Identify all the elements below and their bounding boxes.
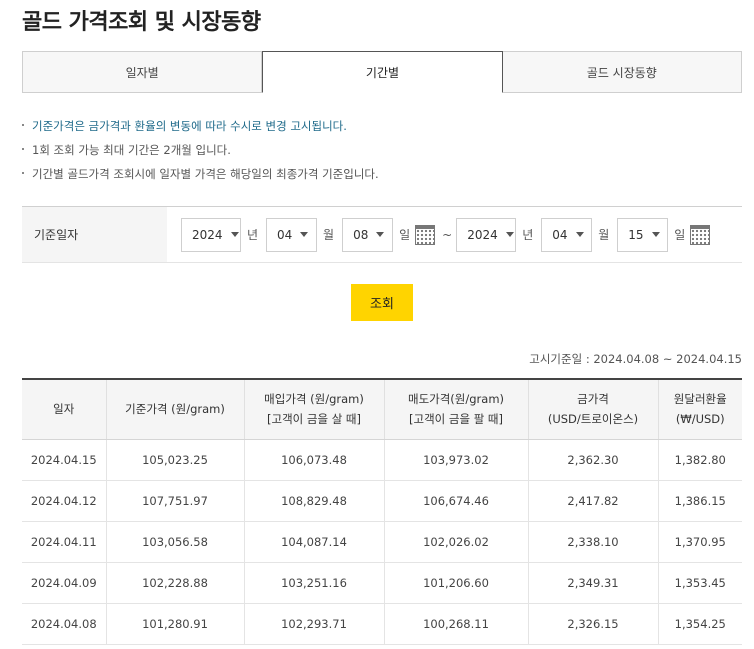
start-year-value: 2024 [192,227,223,242]
cell-buy-price: 103,251.16 [243,562,384,604]
header-sell-price: 매도가격(원/gram) [고객이 금을 팔 때] [383,378,528,440]
day-unit: 일 [674,228,686,242]
notice-item: 기준가격은 금가격과 환율의 변동에 따라 수시로 변경 고시됩니다. [22,114,742,138]
cell-date: 2024.04.11 [22,521,106,563]
cell-base-price: 107,751.97 [105,480,244,522]
cell-exchange-rate: 1,382.80 [657,439,742,481]
start-day-select[interactable]: 08 [342,217,394,252]
cell-date: 2024.04.09 [22,562,106,604]
notice-item: 1회 조회 가능 최대 기간은 2개월 입니다. [22,138,742,162]
chevron-down-icon [300,232,309,237]
price-table: 일자 기준가격 (원/gram) 매입가격 (원/gram) [고객이 금을 살 … [22,378,742,645]
header-buy-price: 매입가격 (원/gram) [고객이 금을 살 때] [243,378,384,440]
cell-buy-price: 108,829.48 [243,480,384,522]
cell-date: 2024.04.08 [22,603,106,645]
tab-period[interactable]: 기간별 [262,51,503,93]
cell-sell-price: 106,674.46 [383,480,528,522]
notice-period-text: 고시기준일 : 2024.04.08 ~ 2024.04.15 [529,352,742,366]
notice-list: 기준가격은 금가격과 환율의 변동에 따라 수시로 변경 고시됩니다. 1회 조… [22,114,742,186]
chevron-down-icon [651,232,660,237]
cell-base-price: 101,280.91 [105,603,244,645]
table-row: 2024.04.15 105,023.25 106,073.48 103,973… [22,439,742,481]
cell-gold-price: 2,326.15 [527,603,658,645]
start-month-value: 04 [277,227,293,242]
year-unit: 년 [247,228,259,242]
table-row: 2024.04.09 102,228.88 103,251.16 101,206… [22,562,742,604]
end-year-value: 2024 [467,227,498,242]
cell-sell-price: 101,206.60 [383,562,528,604]
header-date: 일자 [22,378,106,440]
tab-market-trend[interactable]: 골드 시장동향 [502,51,742,93]
cell-base-price: 102,228.88 [105,562,244,604]
cell-exchange-rate: 1,353.45 [657,562,742,604]
cell-exchange-rate: 1,354.25 [657,603,742,645]
chevron-down-icon [575,232,584,237]
header-gold-price: 금가격 (USD/트로이온스) [527,378,658,440]
end-day-select[interactable]: 15 [617,217,669,252]
cell-gold-price: 2,417.82 [527,480,658,522]
chevron-down-icon [230,232,239,237]
search-button[interactable]: 조회 [351,284,413,321]
table-row: 2024.04.12 107,751.97 108,829.48 106,674… [22,480,742,522]
notice-item: 기간별 골드가격 조회시에 일자별 가격은 해당일의 최종가격 기준입니다. [22,162,742,186]
date-filter-label: 기준일자 [22,207,167,262]
cell-sell-price: 103,973.02 [383,439,528,481]
tab-bar: 일자별 기간별 골드 시장동향 [22,51,742,93]
calendar-icon[interactable] [415,224,436,245]
chevron-down-icon [505,232,514,237]
page-title: 골드 가격조회 및 시장동향 [22,10,261,35]
table-header-row: 일자 기준가격 (원/gram) 매입가격 (원/gram) [고객이 금을 살 … [22,378,742,440]
cell-buy-price: 102,293.71 [243,603,384,645]
cell-gold-price: 2,349.31 [527,562,658,604]
date-filter-controls: 2024 년 04 월 08 일 ~ 2024 년 04 월 15 일 [167,207,742,262]
start-month-select[interactable]: 04 [266,217,318,252]
cell-sell-price: 100,268.11 [383,603,528,645]
cell-base-price: 105,023.25 [105,439,244,481]
cell-buy-price: 106,073.48 [243,439,384,481]
date-range-separator: ~ [442,227,453,242]
end-day-value: 15 [628,227,644,242]
month-unit: 월 [323,228,335,242]
header-exchange-rate: 원달러환율 (₩/USD) [657,378,742,440]
cell-exchange-rate: 1,386.15 [657,480,742,522]
end-month-select[interactable]: 04 [541,217,593,252]
cell-gold-price: 2,362.30 [527,439,658,481]
start-year-select[interactable]: 2024 [181,217,241,252]
cell-date: 2024.04.12 [22,480,106,522]
end-month-value: 04 [552,227,568,242]
day-unit: 일 [399,228,411,242]
year-unit: 년 [522,228,534,242]
table-row: 2024.04.11 103,056.58 104,087.14 102,026… [22,521,742,563]
cell-exchange-rate: 1,370.95 [657,521,742,563]
cell-date: 2024.04.15 [22,439,106,481]
cell-sell-price: 102,026.02 [383,521,528,563]
cell-base-price: 103,056.58 [105,521,244,563]
chevron-down-icon [376,232,385,237]
cell-gold-price: 2,338.10 [527,521,658,563]
header-base-price: 기준가격 (원/gram) [105,378,244,440]
tab-daily[interactable]: 일자별 [22,51,263,93]
date-filter-row: 기준일자 2024 년 04 월 08 일 ~ 2024 년 04 월 15 일 [22,206,742,263]
end-year-select[interactable]: 2024 [456,217,517,252]
cell-buy-price: 104,087.14 [243,521,384,563]
calendar-icon[interactable] [690,224,711,245]
start-day-value: 08 [353,227,369,242]
table-row: 2024.04.08 101,280.91 102,293.71 100,268… [22,603,742,645]
month-unit: 월 [598,228,610,242]
